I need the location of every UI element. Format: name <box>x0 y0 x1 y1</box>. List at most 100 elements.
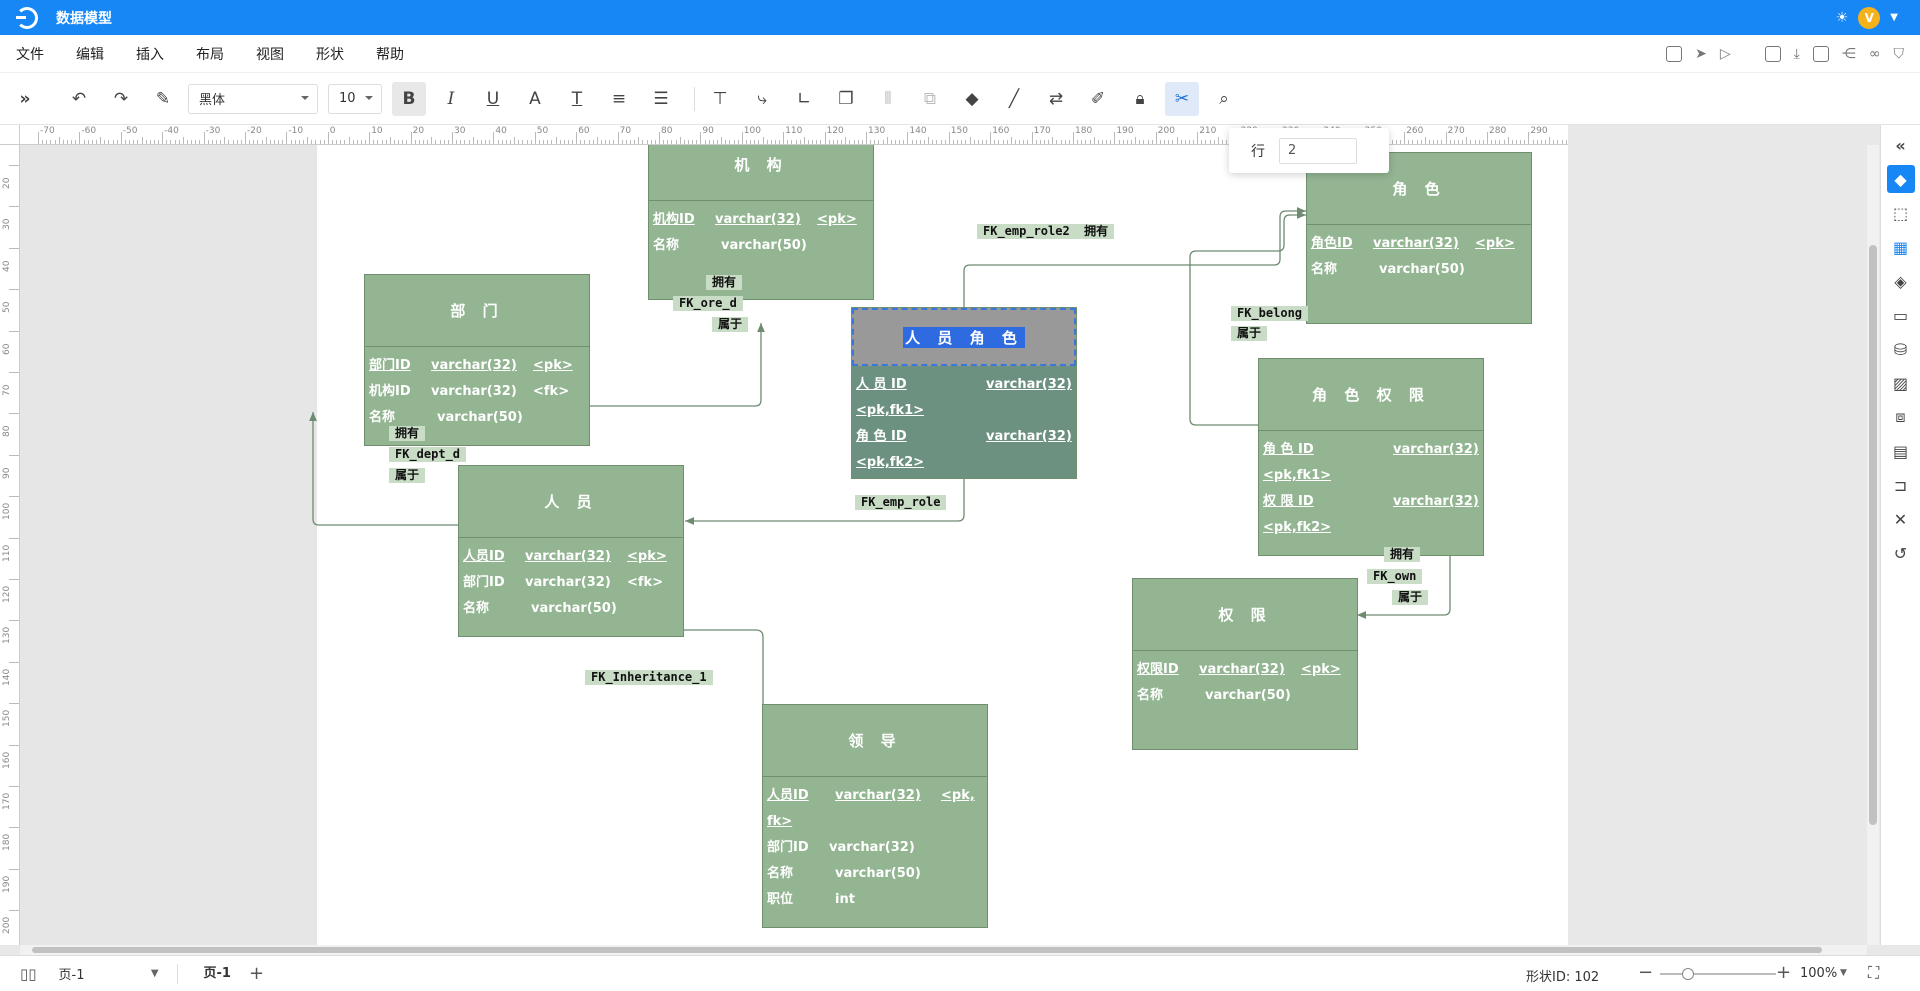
entity-row[interactable]: 名称 varchar(50) <box>1311 257 1527 283</box>
zoom-out-icon[interactable]: − <box>1638 962 1653 983</box>
image-icon[interactable]: ▨ <box>1887 369 1915 397</box>
save-icon[interactable] <box>1764 46 1781 62</box>
fk-label-fk-emp-role[interactable]: FK_emp_role <box>855 495 947 510</box>
grid-layout-icon[interactable]: ▦ <box>1887 233 1915 261</box>
play-icon[interactable]: ▷ <box>1720 46 1731 62</box>
shuffle-icon[interactable]: ✕ <box>1887 505 1915 533</box>
entity-title[interactable]: 人 员 <box>459 466 683 538</box>
group-icon[interactable]: ⧉ <box>913 82 947 116</box>
chevron-down-icon[interactable]: ▼ <box>1840 968 1847 978</box>
shirt-icon[interactable]: ⛉ <box>1894 46 1905 62</box>
menu-layout[interactable]: 布局 <box>196 44 224 64</box>
zoom-in-icon[interactable]: + <box>1776 962 1791 983</box>
bold-icon[interactable]: B <box>392 81 426 116</box>
fill-color-icon[interactable]: ◆ <box>955 82 989 116</box>
text-box-icon[interactable]: ⊤ <box>703 82 737 116</box>
chevron-down-icon[interactable]: ▼ <box>1890 12 1898 23</box>
fk-label-yongyou[interactable]: 拥有 <box>389 426 426 441</box>
font-family-select[interactable]: 黑体 <box>188 83 318 114</box>
style-paint-icon[interactable]: ◆ <box>1886 165 1915 193</box>
entity-renyuanjuese[interactable]: 人 员 角 色 人 员 ID varchar(32) <pk,fk1> 角 色 I… <box>851 307 1077 496</box>
entity-row[interactable]: <pk,fk1> <box>856 398 1072 424</box>
text-style-icon[interactable]: T <box>560 82 594 116</box>
redo-icon[interactable]: ↷ <box>104 82 138 116</box>
vertical-scrollbar[interactable] <box>1867 145 1879 945</box>
send-icon[interactable]: ➤ <box>1695 46 1707 62</box>
entity-bumen[interactable]: 部 门 部门ID varchar(32) <pk> 机构ID varchar(32) <… <box>364 274 590 446</box>
font-color-icon[interactable]: A <box>518 82 552 116</box>
add-page-icon[interactable]: + <box>249 963 264 984</box>
theme-sun-icon[interactable]: ☀ <box>1836 10 1849 26</box>
entity-title[interactable]: 人 员 角 色 <box>852 308 1076 366</box>
scrollbar-thumb[interactable] <box>1869 245 1877 825</box>
entity-title[interactable]: 角 色 权 限 <box>1259 359 1483 431</box>
search-icon[interactable]: ⌕ <box>1207 82 1241 116</box>
fk-label-fk-own[interactable]: FK_own <box>1367 569 1423 584</box>
entity-lingdao[interactable]: 领 导 人员ID varchar(32) <pk, fk> 部门ID varchar(… <box>762 704 988 928</box>
entity-row[interactable]: 职位 int <box>767 887 983 913</box>
tools-icon[interactable]: ✂ <box>1165 81 1199 116</box>
entity-row[interactable]: 名称 varchar(50) <box>653 233 869 259</box>
export-icon[interactable] <box>1812 46 1829 62</box>
row-count-input[interactable]: 2 <box>1279 137 1357 164</box>
horizontal-scrollbar[interactable] <box>20 945 1867 955</box>
entity-row[interactable]: 机构ID varchar(32) <fk> <box>369 379 585 405</box>
org-chart-icon[interactable]: ⧈ <box>1887 403 1915 431</box>
menu-edit[interactable]: 编辑 <box>76 44 104 64</box>
menu-help[interactable]: 帮助 <box>376 44 404 64</box>
entity-row[interactable]: 人员ID varchar(32) <pk> <box>463 544 679 570</box>
page-tab-1[interactable]: 页-1 <box>190 956 245 991</box>
entity-row[interactable]: 角 色 ID varchar(32) <box>1263 437 1479 463</box>
entity-row[interactable]: <pk,fk2> <box>1263 515 1479 541</box>
canvas-area[interactable]: 机 构 机构ID varchar(32) <pk> 名称 varchar(50) 部 … <box>20 145 1568 945</box>
menu-shape[interactable]: 形状 <box>316 44 344 64</box>
entity-row[interactable]: 机构ID varchar(32) <pk> <box>653 207 869 233</box>
entity-row[interactable]: 权 限 ID varchar(32) <box>1263 489 1479 515</box>
app-logo-icon[interactable] <box>16 6 38 29</box>
entity-title[interactable]: 部 门 <box>365 275 589 347</box>
document-title[interactable]: 数据模型 <box>56 8 112 28</box>
align-icon[interactable]: ≡ <box>602 82 636 116</box>
font-size-select[interactable]: 10 <box>328 83 382 114</box>
dashboard-icon[interactable]: ▤ <box>1887 437 1915 465</box>
entity-row[interactable]: 名称 varchar(50) <box>463 596 679 622</box>
fk-label-yongyou[interactable]: 拥有 <box>1384 547 1421 562</box>
expand-toolbar-icon[interactable]: » <box>8 82 42 116</box>
entity-title[interactable]: 领 导 <box>763 705 987 777</box>
entity-quanxian[interactable]: 权 限 权限ID varchar(32) <pk> 名称 varchar(50) <box>1132 578 1358 750</box>
fullscreen-icon[interactable] <box>1666 46 1683 62</box>
fk-label-emp-role2[interactable]: FK_emp_role2 拥有 <box>977 224 1115 239</box>
entity-row[interactable]: fk> <box>767 809 983 835</box>
entity-row[interactable]: 名称 varchar(50) <box>1137 683 1353 709</box>
history-icon[interactable]: ↺ <box>1887 539 1915 567</box>
page-selector[interactable]: 页-1 ▼ <box>59 964 165 983</box>
share-icon[interactable]: ⋲ <box>1842 46 1856 62</box>
entity-title[interactable]: 权 限 <box>1133 579 1357 651</box>
undo-icon[interactable]: ↶ <box>62 82 96 116</box>
entity-title[interactable]: 机 构 <box>649 145 873 201</box>
italic-icon[interactable]: I <box>434 82 468 116</box>
fk-label-fk-inheritance[interactable]: FK_Inheritance_1 <box>585 670 713 685</box>
align-objects-icon[interactable]: ⫴ <box>871 82 905 116</box>
fullscreen-icon[interactable]: ⛶ <box>1868 963 1879 983</box>
vip-badge-icon[interactable]: V <box>1858 6 1881 29</box>
fk-label-shuyu[interactable]: 属于 <box>1231 326 1268 341</box>
fk-label-shuyu[interactable]: 属于 <box>389 468 426 483</box>
zoom-slider-handle[interactable] <box>1682 968 1694 980</box>
entity-jigou[interactable]: 机 构 机构ID varchar(32) <pk> 名称 varchar(50) <box>648 145 874 300</box>
entity-row[interactable]: 部门ID varchar(32) <pk> <box>369 353 585 379</box>
page-list-icon[interactable]: ▯▯ <box>20 965 37 983</box>
line-color-icon[interactable]: ╱ <box>997 82 1031 116</box>
entity-row[interactable]: <pk,fk1> <box>1263 463 1479 489</box>
scrollbar-thumb[interactable] <box>32 947 1822 953</box>
fk-label-yongyou[interactable]: 拥有 <box>706 275 743 290</box>
entity-row[interactable]: 权限ID varchar(32) <pk> <box>1137 657 1353 683</box>
entity-row[interactable]: 部门ID varchar(32) <fk> <box>463 570 679 596</box>
fk-label-fk-belong[interactable]: FK_belong <box>1231 306 1309 321</box>
entity-renyuan[interactable]: 人 员 人员ID varchar(32) <pk> 部门ID varchar(32) <… <box>458 465 684 637</box>
menu-insert[interactable]: 插入 <box>136 44 164 64</box>
selected-title-text[interactable]: 人 员 角 色 <box>903 326 1025 348</box>
database-icon[interactable]: ⛁ <box>1887 335 1915 363</box>
zoom-level[interactable]: 100% <box>1800 966 1837 981</box>
zoom-slider[interactable] <box>1660 968 1776 980</box>
